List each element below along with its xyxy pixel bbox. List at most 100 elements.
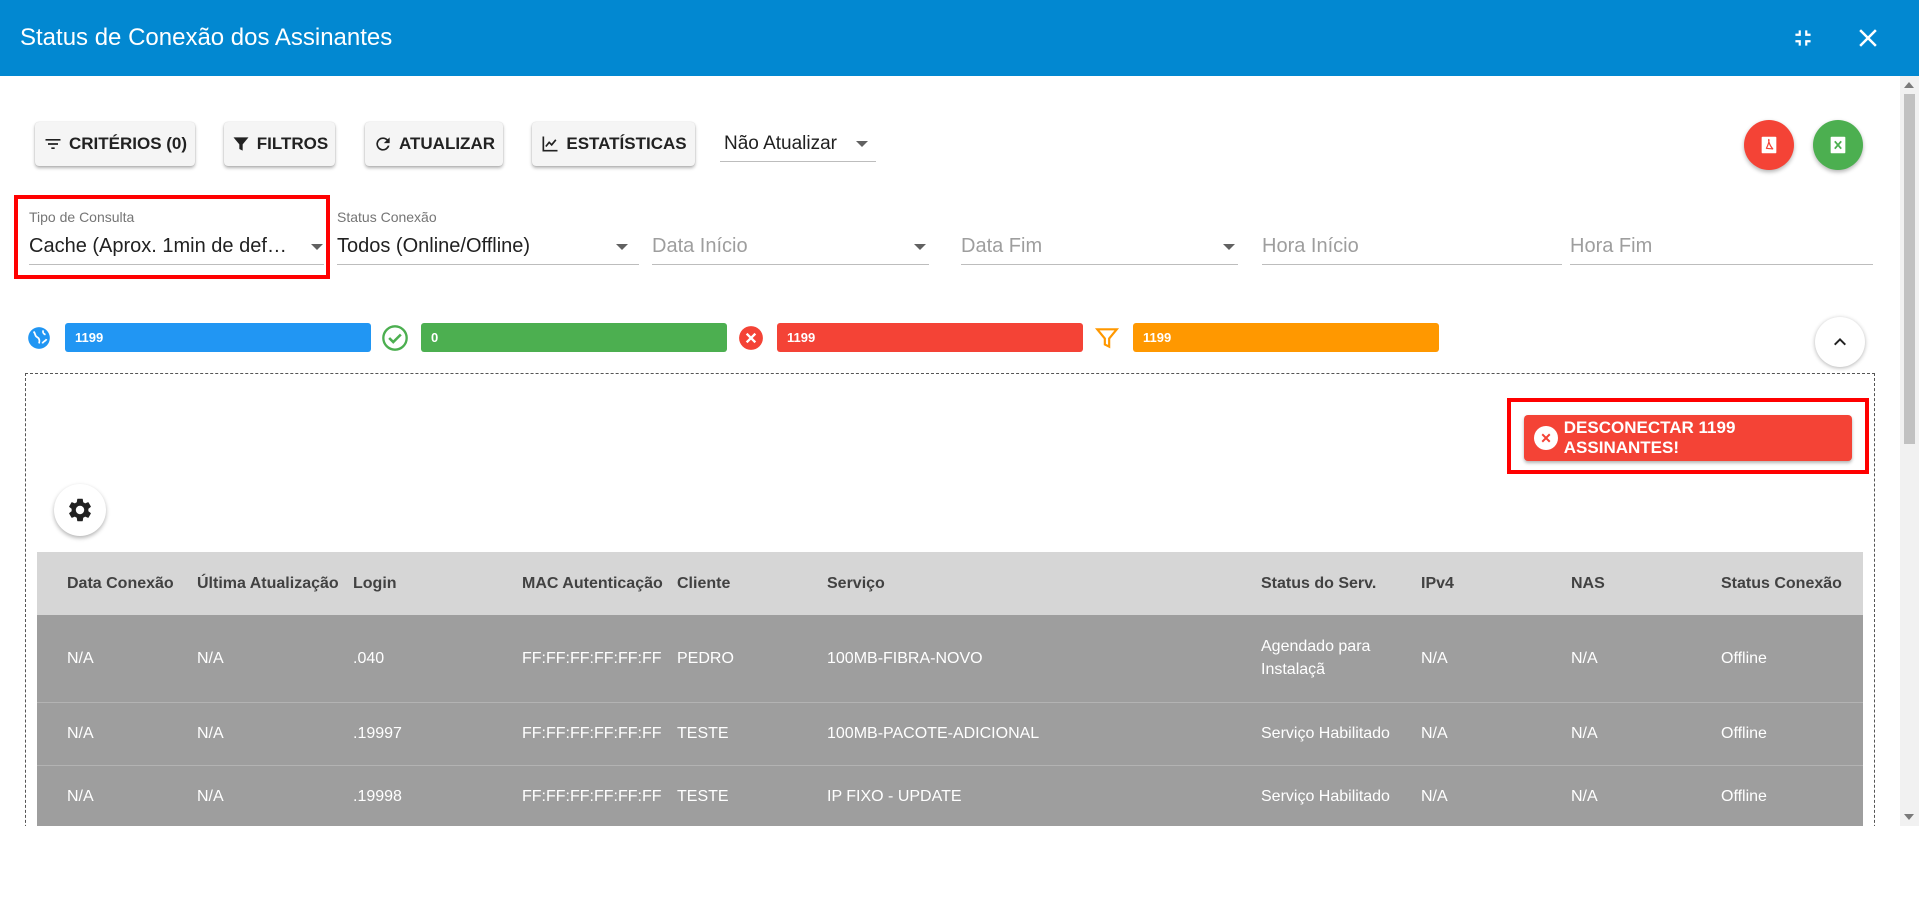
end-date-placeholder: Data Fim [961,235,1043,257]
table-cell: .19998 [323,765,492,826]
table-row[interactable]: N/A N/A .19997 FF:FF:FF:FF:FF:FF TESTE 1… [37,702,1863,766]
criteria-label: CRITÉRIOS (0) [68,134,188,153]
offline-count: 1199 [787,330,816,345]
filter-icon [233,137,249,151]
vertical-scrollbar[interactable] [1900,76,1919,826]
connection-status-select[interactable]: Status Conexão Todos (Online/Offline) [337,209,639,265]
table-cell: TESTE [647,702,797,766]
gear-icon [69,498,91,522]
auto-refresh-value: Não Atualizar [724,132,838,154]
column-header[interactable]: Cliente [647,552,797,615]
table-cell: 100MB-PACOTE-ADICIONAL [797,702,1231,766]
column-header[interactable]: IPv4 [1391,552,1541,615]
table-cell: FF:FF:FF:FF:FF:FF [492,765,662,826]
chevron-down-icon [1223,244,1235,250]
column-header[interactable]: MAC Autenticação [492,552,663,615]
dialog-content: CRITÉRIOS (0) FILTROS ATUALIZAR ESTATÍST… [0,76,1900,826]
filtered-count: 1199 [1143,330,1172,345]
highlight-box [14,195,330,279]
offline-x-icon [737,324,765,352]
table-cell: FF:FF:FF:FF:FF:FF [492,615,662,703]
table-cell: PEDRO [647,615,797,703]
export-excel-button[interactable] [1813,120,1863,170]
filters-label: FILTROS [256,134,329,153]
chevron-up-icon [1834,338,1846,346]
table-row[interactable]: N/A N/A .040 FF:FF:FF:FF:FF:FF PEDRO 100… [37,615,1863,703]
column-header[interactable]: Serviço [797,552,1231,615]
chevron-down-icon [616,244,628,250]
auto-refresh-select[interactable]: Não Atualizar [720,126,876,162]
column-header[interactable]: Status Conexão [1691,552,1863,615]
table-cell: N/A [1541,615,1691,703]
export-pdf-button[interactable] [1744,120,1794,170]
minimize-window-icon[interactable] [1787,22,1819,54]
connection-status-label: Status Conexão [337,209,437,225]
table-cell: 100MB-FIBRA-NOVO [797,615,1231,703]
table-cell: .19997 [323,702,492,766]
table-cell: N/A [37,765,167,826]
scrollbar-thumb[interactable] [1904,94,1915,444]
table-cell: N/A [167,765,323,826]
table-row[interactable]: N/A N/A .19998 FF:FF:FF:FF:FF:FF TESTE I… [37,765,1863,826]
excel-icon [1830,136,1846,154]
table-cell: Offline [1691,615,1863,703]
end-date-field[interactable]: Data Fim [961,209,1238,265]
table-cell: N/A [1541,702,1691,766]
check-circle-icon [381,324,409,352]
table-cell: N/A [1391,702,1541,766]
total-count: 1199 [75,330,104,345]
refresh-icon [376,137,390,151]
start-time-field[interactable]: Hora Início [1262,209,1562,265]
scroll-up-arrow-icon[interactable] [1904,82,1914,88]
table-cell: TESTE [647,765,797,826]
column-header[interactable]: Status do Serv. [1231,552,1391,615]
close-icon[interactable] [1852,22,1884,54]
table-cell: N/A [1391,765,1541,826]
online-count: 0 [431,330,439,345]
column-header[interactable]: Última Atualização [167,552,339,615]
start-date-field[interactable]: Data Início [652,209,929,265]
table-cell: .040 [323,615,492,703]
filter-outline-icon [1093,324,1121,352]
sort-lines-icon [45,139,61,149]
filters-button[interactable]: FILTROS [224,122,335,166]
table-cell: IP FIXO - UPDATE [797,765,1231,826]
end-time-placeholder: Hora Fim [1570,235,1653,257]
highlight-box [1507,398,1869,474]
table-cell: Serviço Habilitado [1231,702,1391,766]
dialog-title: Status de Conexão dos Assinantes [20,24,393,51]
column-header[interactable]: Login [323,552,492,615]
table-cell: Agendado para Instalaçã [1231,615,1391,703]
collapse-button[interactable] [1815,317,1865,367]
table-settings-button[interactable] [54,484,106,536]
column-header[interactable]: NAS [1541,552,1691,615]
table-cell: N/A [167,702,323,766]
criteria-button[interactable]: CRITÉRIOS (0) [35,122,195,166]
start-date-placeholder: Data Início [652,235,748,257]
connection-status-value: Todos (Online/Offline) [337,235,531,257]
table-cell: N/A [1391,615,1541,703]
table-cell: N/A [37,615,167,703]
table-cell: Offline [1691,765,1863,826]
column-header[interactable]: Data Conexão [37,552,174,615]
table-cell: Serviço Habilitado [1231,765,1391,826]
end-time-field[interactable]: Hora Fim [1570,209,1873,265]
start-time-placeholder: Hora Início [1262,235,1359,257]
statistics-button[interactable]: ESTATÍSTICAS [532,122,695,166]
table-cell: N/A [37,702,167,766]
online-count-bar: 0 [421,323,727,352]
statistics-label: ESTATÍSTICAS [566,134,687,153]
offline-count-bar: 1199 [777,323,1083,352]
globe-icon [25,324,53,352]
table-header-row: Data Conexão Última Atualização Login MA… [37,552,1863,615]
refresh-button[interactable]: ATUALIZAR [365,122,503,166]
table-cell: Offline [1691,702,1863,766]
total-count-bar: 1199 [65,323,371,352]
chevron-down-icon [856,141,868,147]
refresh-label: ATUALIZAR [399,134,495,153]
dialog-titlebar: Status de Conexão dos Assinantes [0,0,1919,76]
scroll-down-arrow-icon[interactable] [1904,814,1914,820]
subscribers-table: Data Conexão Última Atualização Login MA… [37,552,1863,826]
table-cell: N/A [167,615,323,703]
table-cell: FF:FF:FF:FF:FF:FF [492,702,662,766]
